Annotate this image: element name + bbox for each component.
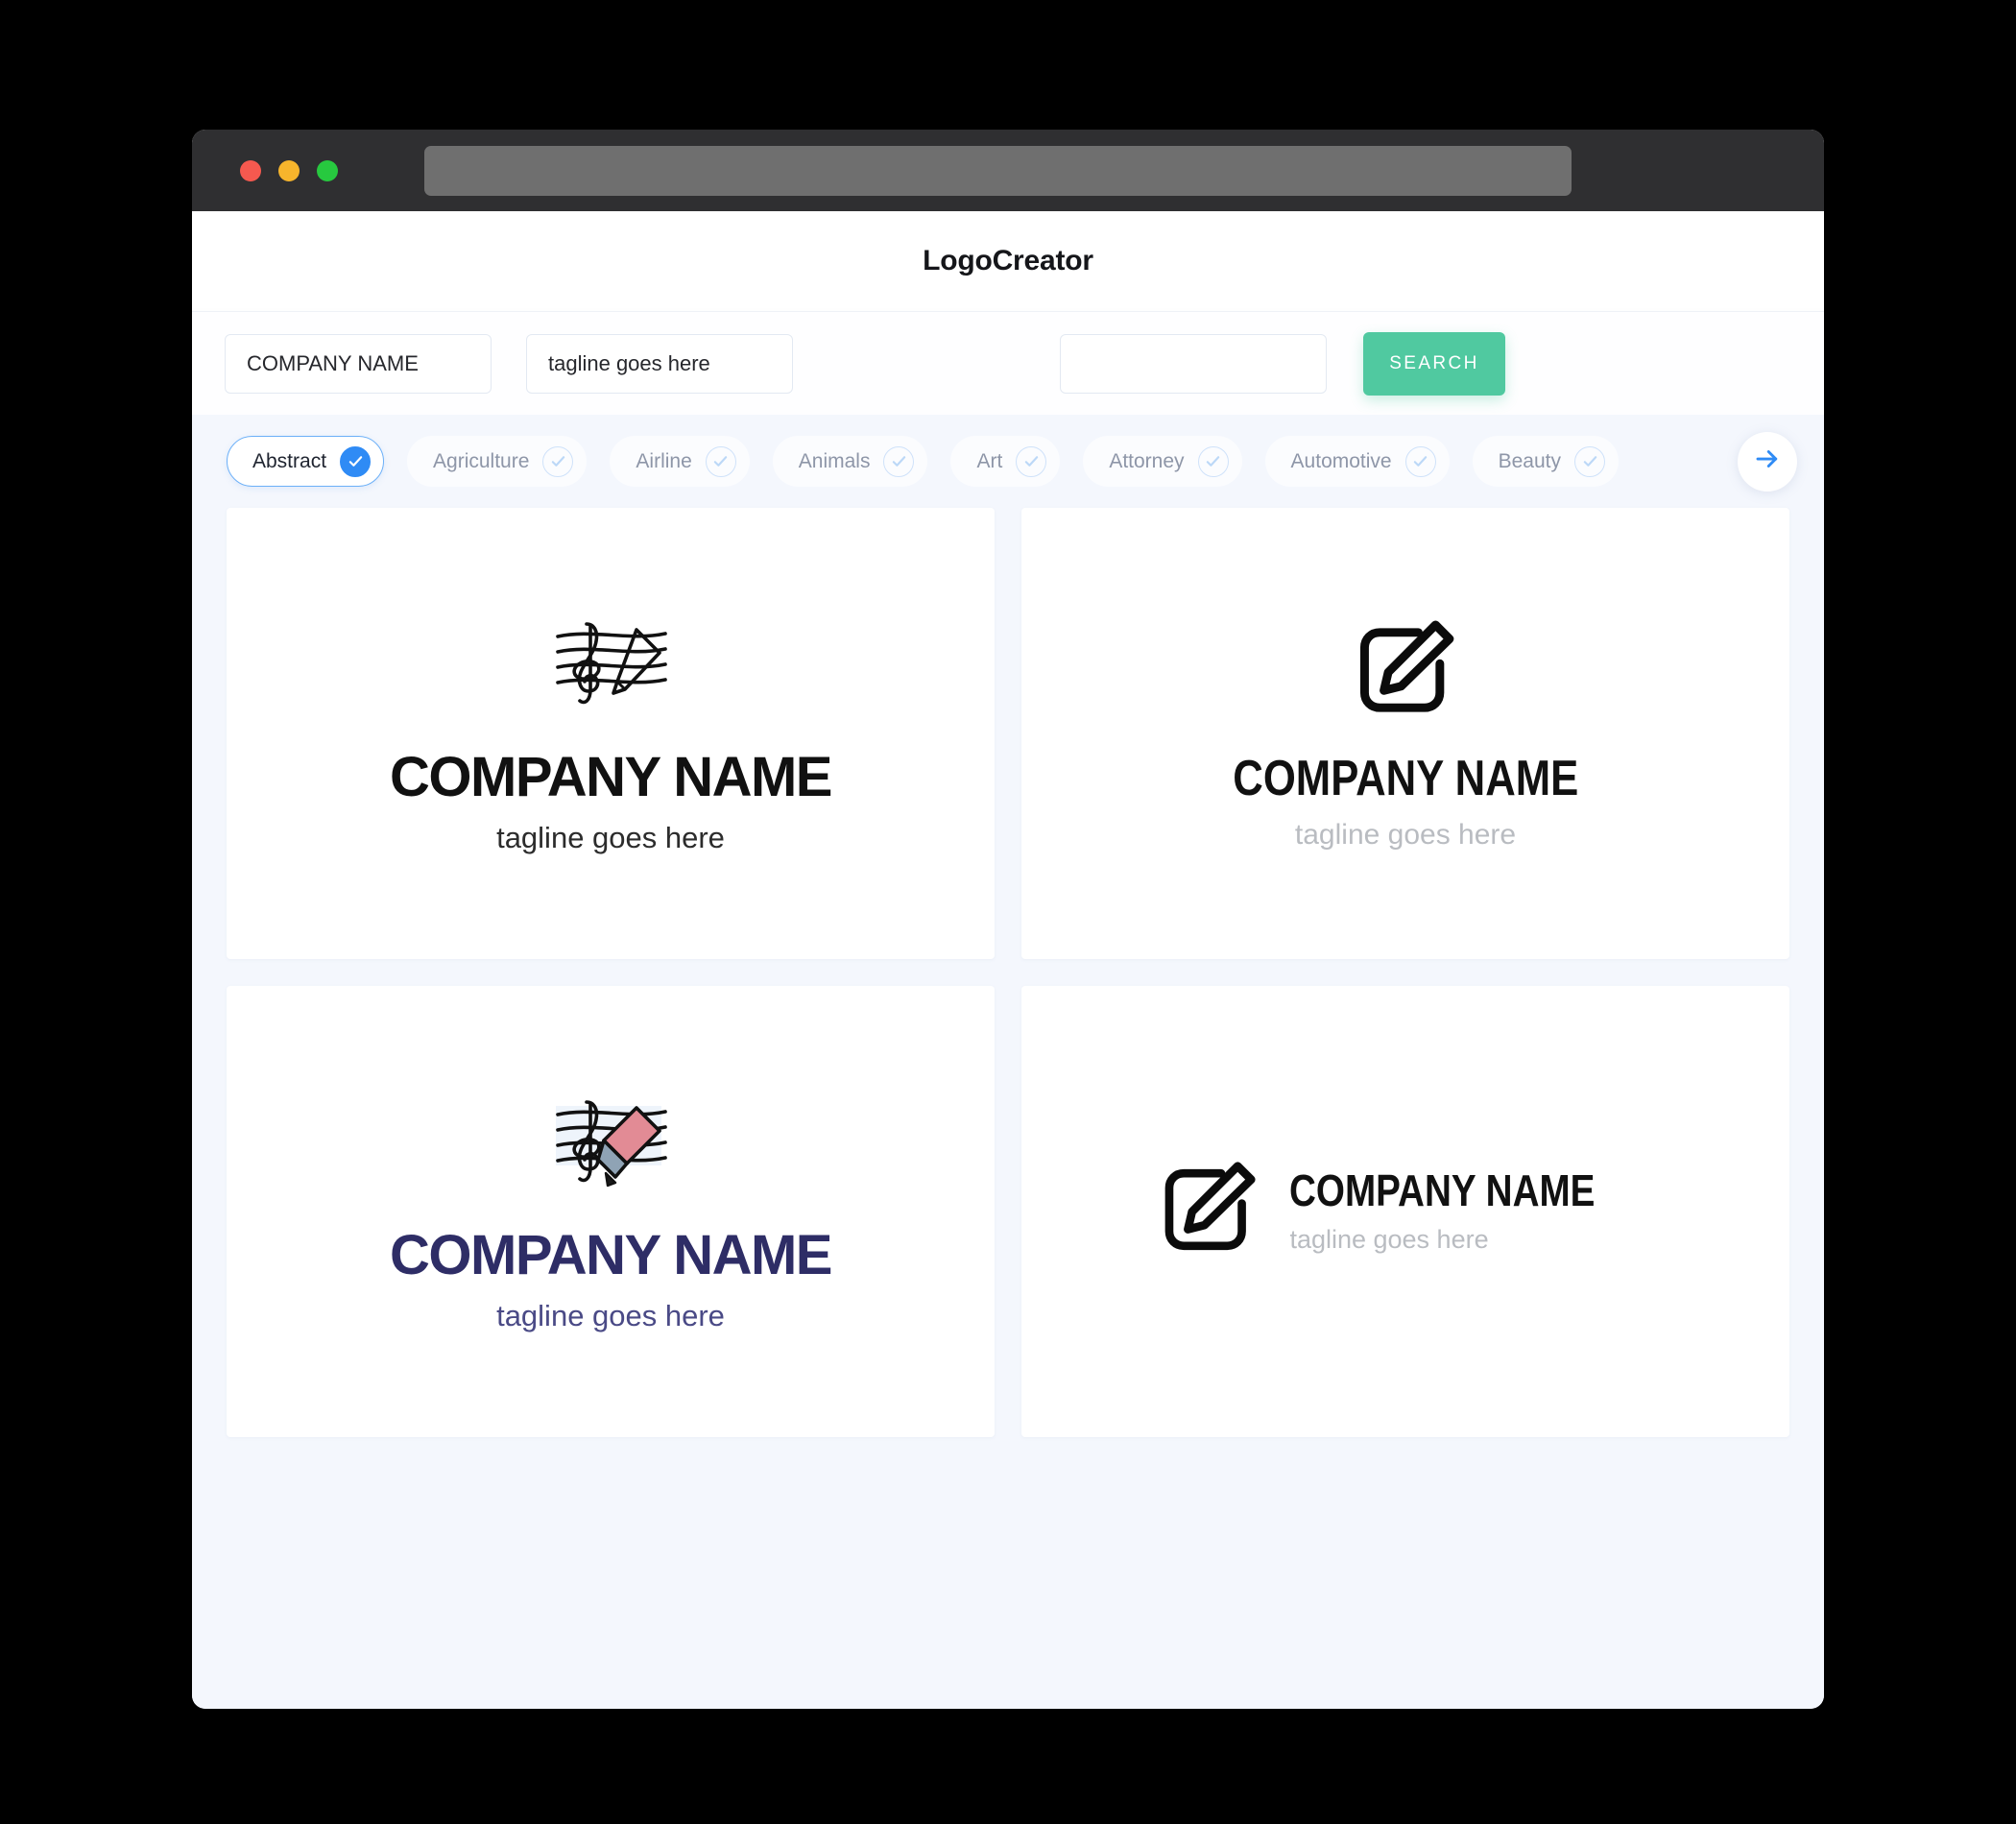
- page-title: LogoCreator: [923, 245, 1093, 276]
- logo-text-block: COMPANY NAME tagline goes here: [1289, 1168, 1653, 1255]
- category-chip-label: Beauty: [1498, 449, 1561, 472]
- tagline-input[interactable]: [526, 333, 793, 394]
- category-chip-label: Animals: [798, 449, 871, 472]
- category-chip-airline[interactable]: Airline: [610, 436, 750, 487]
- browser-url-bar[interactable]: [424, 145, 1572, 196]
- music-staff-pen-color-icon: [548, 1091, 673, 1203]
- logo-card[interactable]: COMPANY NAME tagline goes here: [227, 508, 995, 959]
- browser-window: LogoCreator SEARCH Abstract Agriculture Ai…: [192, 130, 1824, 1709]
- check-icon: [1197, 445, 1229, 477]
- category-chip-beauty[interactable]: Beauty: [1472, 436, 1619, 487]
- logo-tagline: tagline goes here: [1294, 819, 1517, 851]
- arrow-right-icon: [1753, 444, 1782, 478]
- logo-card[interactable]: COMPANY NAME tagline goes here: [1021, 508, 1789, 959]
- logo-company-name: COMPANY NAME: [390, 745, 833, 808]
- maximize-window-button[interactable]: [317, 159, 338, 181]
- logo-preview: COMPANY NAME tagline goes here: [390, 1091, 833, 1332]
- keyword-input[interactable]: [1060, 333, 1327, 394]
- category-chip-agriculture[interactable]: Agriculture: [407, 436, 588, 487]
- check-icon: [542, 445, 574, 477]
- logo-preview: COMPANY NAME tagline goes here: [1157, 1158, 1653, 1266]
- logo-preview: COMPANY NAME tagline goes here: [390, 612, 833, 854]
- app-header: LogoCreator: [192, 211, 1824, 311]
- close-window-button[interactable]: [240, 159, 261, 181]
- check-icon: [883, 445, 915, 477]
- check-icon: [340, 445, 372, 477]
- logo-company-name: COMPANY NAME: [1233, 751, 1578, 806]
- music-staff-pen-icon: [548, 612, 673, 725]
- category-chip-attorney[interactable]: Attorney: [1083, 436, 1242, 487]
- edit-square-pencil-icon: [1157, 1158, 1260, 1266]
- logo-results-grid: COMPANY NAME tagline goes here COMPANY N…: [192, 508, 1824, 1472]
- logo-tagline: tagline goes here: [496, 1298, 725, 1332]
- browser-titlebar: [192, 130, 1824, 211]
- check-icon: [1574, 445, 1605, 477]
- check-icon: [1016, 445, 1047, 477]
- logo-card[interactable]: COMPANY NAME tagline goes here: [227, 986, 995, 1437]
- category-chip-art[interactable]: Art: [950, 436, 1061, 487]
- logo-tagline: tagline goes here: [1289, 1225, 1489, 1255]
- logo-company-name: COMPANY NAME: [1289, 1165, 1596, 1216]
- logo-company-name: COMPANY NAME: [390, 1223, 833, 1286]
- minimize-window-button[interactable]: [278, 159, 300, 181]
- company-name-input[interactable]: [225, 333, 492, 394]
- chips-next-button[interactable]: [1738, 431, 1797, 492]
- category-chip-label: Agriculture: [433, 449, 530, 472]
- category-chip-animals[interactable]: Animals: [772, 436, 928, 487]
- edit-square-pencil-icon: [1352, 616, 1459, 729]
- logo-preview: COMPANY NAME tagline goes here: [1200, 616, 1612, 851]
- results-area: Abstract Agriculture Airline Animals Art Atto…: [192, 415, 1824, 1709]
- search-button[interactable]: SEARCH: [1363, 331, 1505, 396]
- traffic-light-group: [240, 159, 338, 181]
- category-filter-row[interactable]: Abstract Agriculture Airline Animals Art Atto…: [192, 415, 1824, 508]
- category-chip-automotive[interactable]: Automotive: [1264, 436, 1450, 487]
- category-chip-abstract[interactable]: Abstract: [227, 436, 385, 487]
- logo-card[interactable]: COMPANY NAME tagline goes here: [1021, 986, 1789, 1437]
- category-chip-label: Art: [976, 449, 1003, 472]
- check-icon: [1404, 445, 1436, 477]
- search-toolbar: SEARCH: [192, 311, 1824, 415]
- check-icon: [705, 445, 736, 477]
- category-chip-label: Automotive: [1290, 449, 1392, 472]
- category-chip-label: Airline: [636, 449, 692, 472]
- category-chip-label: Abstract: [252, 449, 327, 472]
- category-chip-label: Attorney: [1109, 449, 1185, 472]
- logo-tagline: tagline goes here: [496, 820, 725, 854]
